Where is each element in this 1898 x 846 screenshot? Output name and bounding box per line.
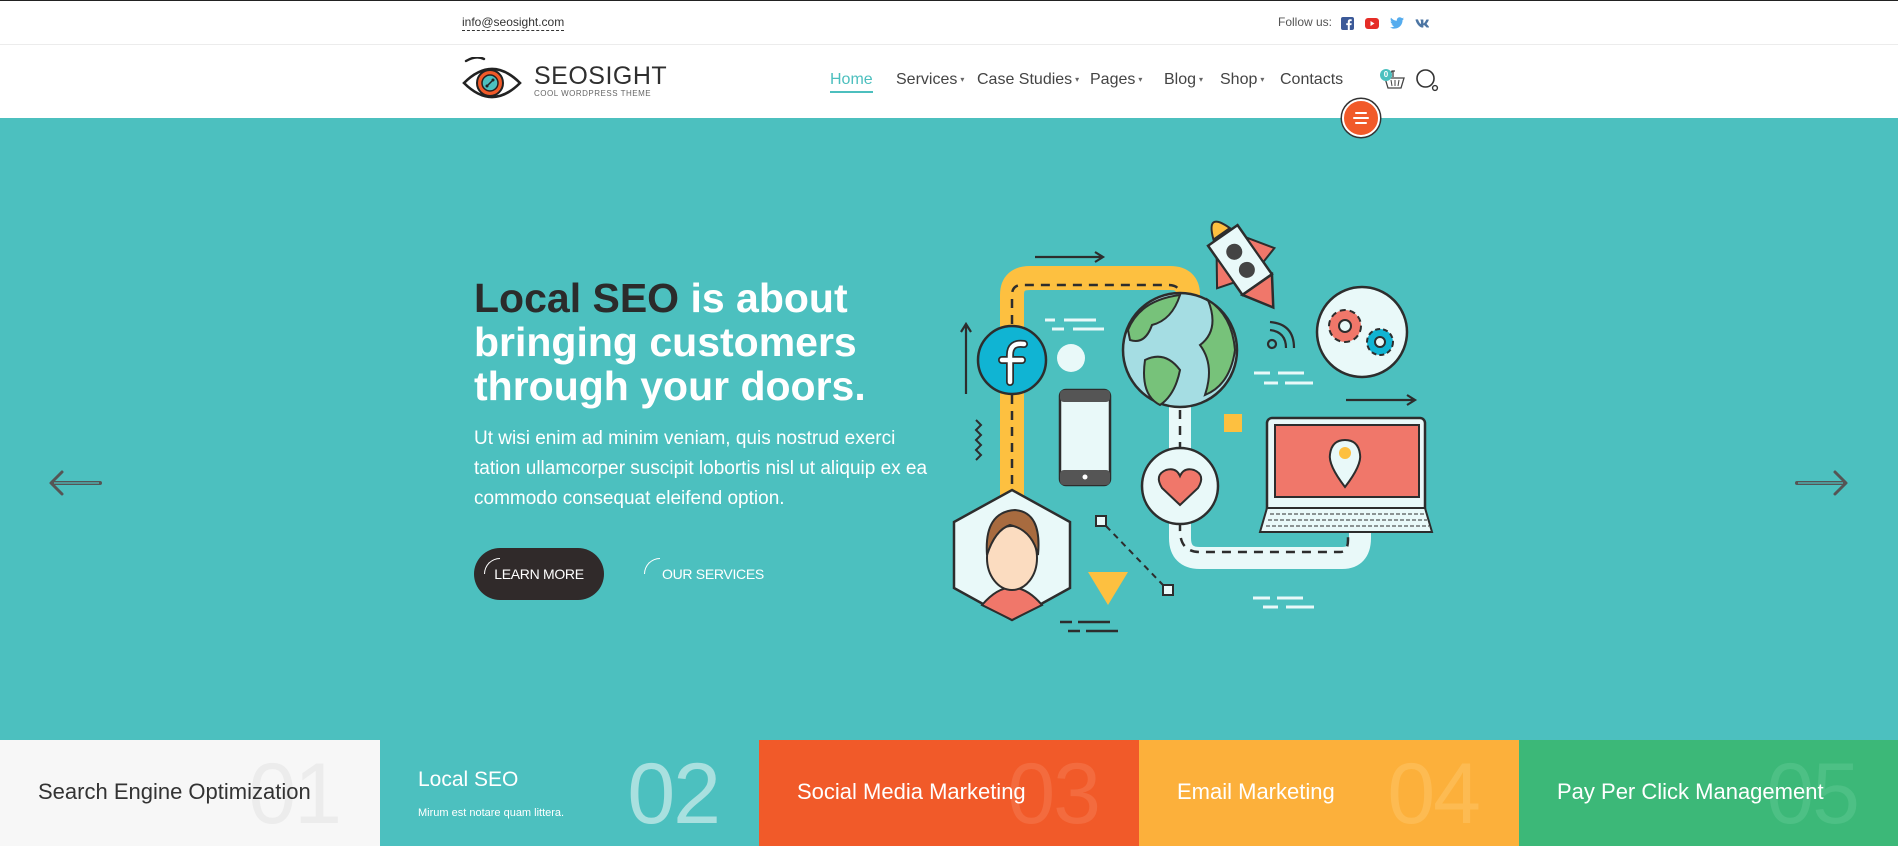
- gears-icon: [1315, 285, 1409, 379]
- user-avatar-icon: [952, 488, 1072, 622]
- hamburger-icon: [1355, 112, 1367, 114]
- hero-illustration: [952, 220, 1434, 633]
- caret-down-icon: ▾: [960, 75, 965, 85]
- follow-label: Follow us:: [1278, 15, 1333, 29]
- feature-title: Email Marketing: [1177, 779, 1335, 804]
- feature-card-local-seo[interactable]: 02 Local SEO Mirum est notare quam litte…: [380, 740, 759, 846]
- learn-more-button[interactable]: LEARN MORE: [474, 548, 604, 600]
- phone-icon: [1058, 388, 1112, 487]
- hero-paragraph: Ut wisi enim ad minim veniam, quis nostr…: [474, 428, 928, 509]
- arrow-right-icon: [1795, 470, 1848, 496]
- facebook-bubble-icon: [976, 324, 1048, 396]
- nav-pages[interactable]: Pages ▾: [1090, 71, 1142, 89]
- eye-logo-icon: [462, 57, 522, 99]
- cart-button[interactable]: 0: [1380, 69, 1406, 91]
- facebook-icon[interactable]: [1340, 16, 1354, 30]
- feature-subtitle: Mirum est notare quam littera.: [418, 807, 565, 819]
- logo-subtitle: COOL WORDPRESS THEME: [534, 89, 652, 98]
- feature-card-seo[interactable]: 01 Search Engine Optimization: [0, 740, 380, 846]
- side-menu-button[interactable]: [1342, 99, 1380, 137]
- nav-contacts-label: Contacts: [1280, 71, 1344, 88]
- nav-services[interactable]: Services ▾: [896, 71, 964, 89]
- feature-title: Pay Per Click Management: [1557, 779, 1824, 804]
- vk-icon[interactable]: [1415, 16, 1429, 30]
- slider-next-button[interactable]: [1793, 468, 1849, 503]
- twitter-icon[interactable]: [1390, 16, 1404, 30]
- email-link[interactable]: info@seosight.com: [462, 15, 565, 31]
- globe-icon: [1121, 291, 1239, 409]
- logo[interactable]: SEOSIGHT COOL WORDPRESS THEME: [462, 57, 667, 105]
- main-header: SEOSIGHT COOL WORDPRESS THEME Home Servi…: [0, 45, 1898, 118]
- hamburger-line: [1353, 117, 1369, 119]
- nav-home[interactable]: Home: [830, 71, 873, 93]
- laptop-icon: [1258, 416, 1434, 533]
- search-icon: [1416, 69, 1439, 92]
- nav-pages-label: Pages: [1090, 71, 1136, 88]
- nav-home-label: Home: [830, 71, 873, 88]
- our-services-button[interactable]: OUR SERVICES: [644, 548, 764, 600]
- nav-case-studies-label: Case Studies: [977, 71, 1073, 88]
- slider-prev-button[interactable]: [48, 468, 104, 503]
- nav-services-label: Services: [896, 71, 958, 88]
- feature-title: Social Media Marketing: [797, 779, 1026, 804]
- arrow-left-icon: [49, 470, 102, 496]
- logo-title: SEOSIGHT: [534, 62, 668, 90]
- learn-more-label: LEARN MORE: [494, 566, 584, 582]
- feature-number: 02: [627, 746, 721, 842]
- heart-bubble-icon: [1140, 446, 1220, 526]
- nav-shop[interactable]: Shop ▾: [1220, 71, 1264, 89]
- feature-card-ppc[interactable]: 05 Pay Per Click Management: [1519, 740, 1898, 846]
- caret-down-icon: ▾: [1260, 75, 1265, 85]
- hero-headline: Local SEO is about bringing customers th…: [474, 276, 914, 408]
- cart-count-badge: 0: [1380, 69, 1392, 81]
- feature-card-social[interactable]: 03 Social Media Marketing: [759, 740, 1139, 846]
- nav-contacts[interactable]: Contacts: [1280, 71, 1343, 89]
- nav-blog-label: Blog: [1164, 71, 1197, 88]
- nav-blog[interactable]: Blog ▾: [1164, 71, 1203, 89]
- feature-title: Search Engine Optimization: [38, 779, 311, 804]
- caret-down-icon: ▾: [1075, 75, 1080, 85]
- service-features: 01 Search Engine Optimization 02 Local S…: [0, 740, 1898, 846]
- feature-number: 04: [1387, 746, 1481, 842]
- youtube-icon[interactable]: [1365, 16, 1379, 30]
- top-bar: info@seosight.com Follow us:: [0, 0, 1898, 45]
- feature-title: Local SEO: [418, 768, 519, 791]
- nav-case-studies[interactable]: Case Studies ▾: [977, 71, 1079, 89]
- signal-icon: [1266, 320, 1296, 350]
- hamburger-line: [1355, 122, 1367, 124]
- search-button[interactable]: [1415, 68, 1439, 97]
- nav-shop-label: Shop: [1220, 71, 1258, 88]
- caret-down-icon: ▾: [1138, 75, 1143, 85]
- our-services-label: OUR SERVICES: [662, 566, 764, 582]
- feature-card-email[interactable]: 04 Email Marketing: [1139, 740, 1519, 846]
- caret-down-icon: ▾: [1199, 75, 1204, 85]
- headline-highlight: Local SEO: [474, 275, 680, 321]
